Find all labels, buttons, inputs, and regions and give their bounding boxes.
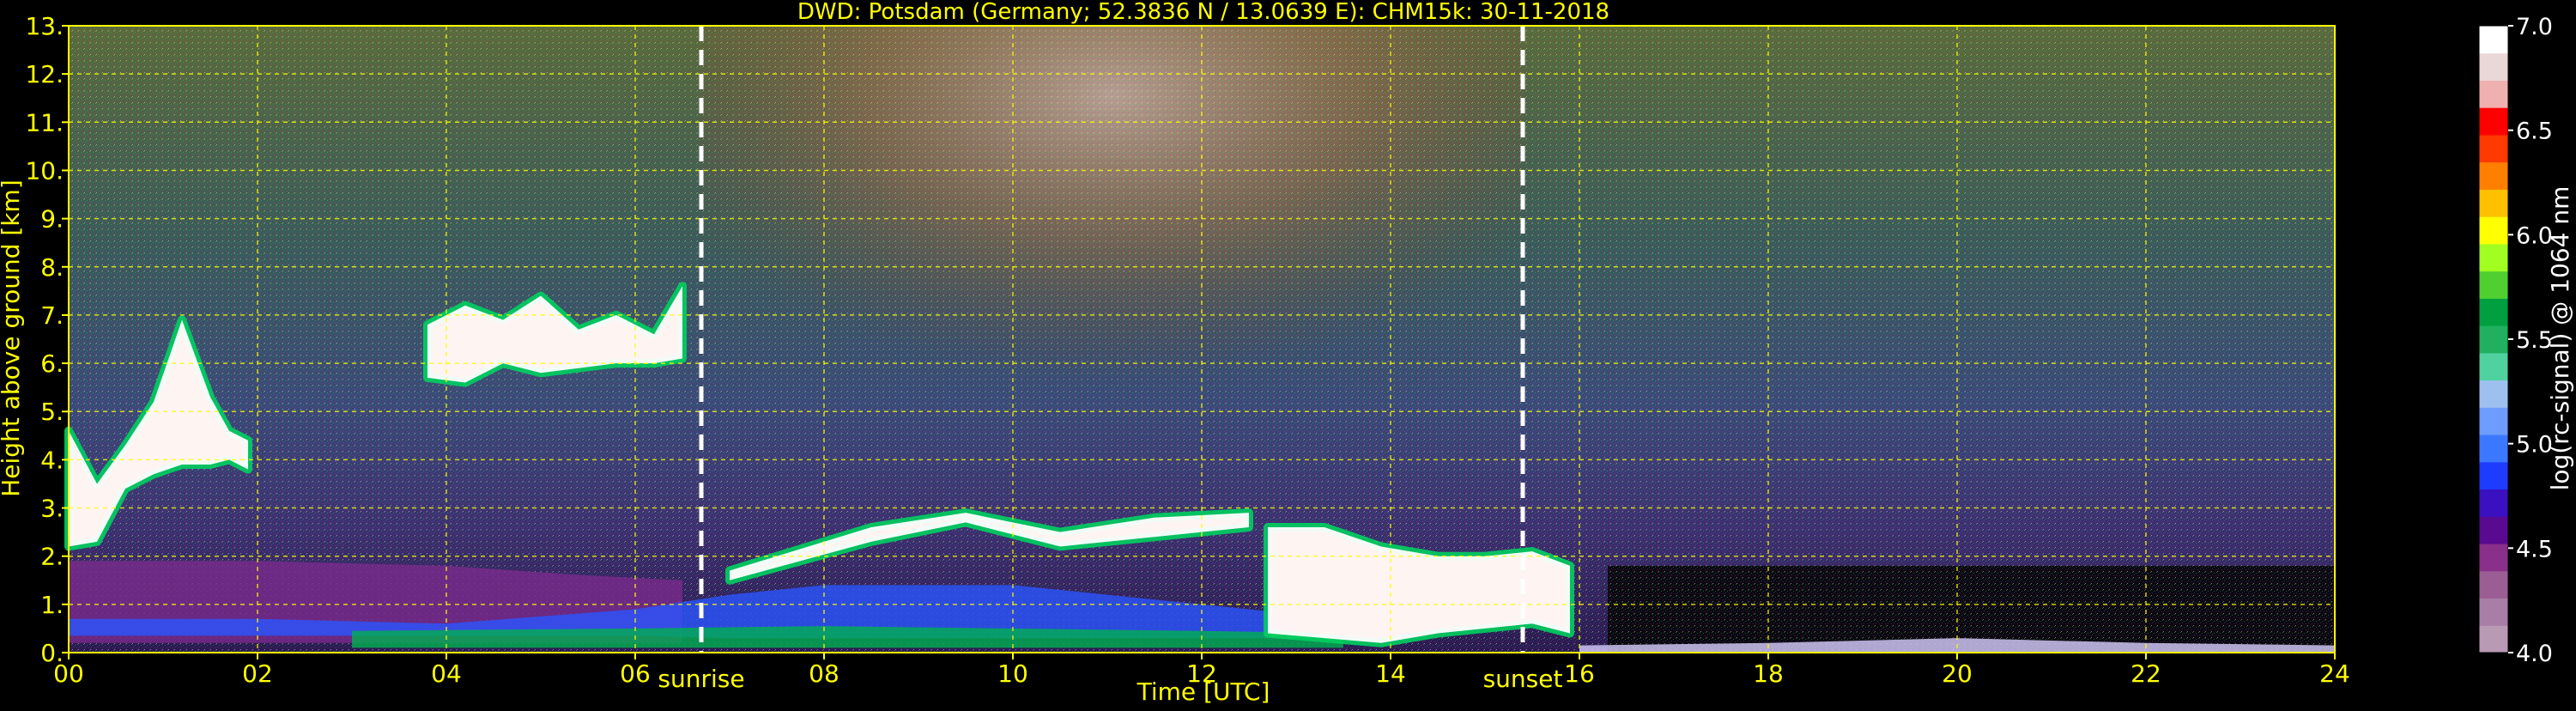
colorbar: 4.04.55.05.56.06.57.0 (2478, 14, 2553, 667)
y-tick-label: 8. (40, 253, 64, 282)
x-tick-label: 22 (2131, 659, 2161, 688)
colorbar-segment (2479, 489, 2508, 517)
y-tick-label: 11. (25, 108, 64, 137)
y-tick-label: 13. (25, 12, 64, 40)
y-tick-label: 7. (40, 301, 64, 330)
colorbar-segment (2479, 598, 2508, 626)
y-tick-label: 12. (25, 60, 64, 88)
colorbar-segment (2479, 216, 2508, 245)
colorbar-tick-label: 4.5 (2516, 536, 2553, 562)
colorbar-segment (2479, 380, 2508, 408)
x-tick-label: 04 (431, 659, 462, 688)
colorbar-segment (2479, 434, 2508, 463)
x-tick-label: 14 (1375, 659, 1406, 688)
colorbar-segment (2479, 161, 2508, 190)
y-tick-label: 10. (25, 156, 64, 185)
colorbar-segment (2479, 625, 2508, 653)
x-tick-label: 10 (997, 659, 1028, 688)
sunrise-label: sunrise (658, 665, 744, 693)
colorbar-segment (2479, 298, 2508, 326)
x-axis-label: Time [UTC] (1136, 678, 1270, 706)
colorbar-tick-label: 7.0 (2516, 14, 2553, 40)
y-tick-label: 6. (40, 349, 64, 378)
y-tick-label: 4. (40, 446, 64, 474)
colorbar-segment (2479, 134, 2508, 163)
y-tick-label: 2. (40, 543, 64, 571)
x-tick-label: 24 (2319, 659, 2350, 688)
colorbar-label: log(rc-signal) @ 1064 nm (2546, 186, 2574, 491)
y-tick-label: 0. (40, 639, 64, 667)
ceilometer-figure: sunrise sunset 00 02 04 06 08 10 12 14 16 18 20 22 24… (0, 0, 2576, 708)
x-tick-label: 06 (620, 659, 651, 688)
sunset-label: sunset (1483, 665, 1563, 693)
colorbar-segment (2479, 570, 2508, 599)
colorbar-tick-label: 4.0 (2516, 641, 2553, 667)
x-tick-label: 18 (1753, 659, 1784, 688)
colorbar-segment (2479, 461, 2508, 490)
colorbar-segment (2479, 26, 2508, 54)
y-tick-label: 3. (40, 495, 64, 523)
colorbar-segment (2479, 352, 2508, 381)
x-tick-label: 02 (242, 659, 273, 688)
colorbar-segment (2479, 407, 2508, 435)
y-tick-label: 1. (40, 591, 64, 619)
x-tick-label: 08 (809, 659, 839, 688)
colorbar-tick-label: 6.5 (2516, 118, 2553, 145)
colorbar-segment (2479, 80, 2508, 108)
colorbar-segment (2479, 270, 2508, 299)
y-tick-label: 9. (40, 205, 64, 234)
y-tick-label: 5. (40, 398, 64, 426)
backscatter-heatmap-chart: sunrise sunset 00 02 04 06 08 10 12 14 16 18 20 22 24… (0, 0, 2574, 706)
x-tick-label: 20 (1942, 659, 1973, 688)
colorbar-segment (2479, 52, 2508, 81)
colorbar-segment (2479, 325, 2508, 354)
colorbar-segment (2479, 107, 2508, 136)
y-axis-label: Height above ground [km] (0, 179, 25, 497)
chart-title: DWD: Potsdam (Germany; 52.3836 N / 13.06… (797, 0, 1609, 25)
x-tick-label: 16 (1564, 659, 1595, 688)
colorbar-segment (2479, 189, 2508, 217)
colorbar-segment (2479, 516, 2508, 544)
colorbar-segment (2479, 544, 2508, 572)
colorbar-segment (2479, 243, 2508, 272)
